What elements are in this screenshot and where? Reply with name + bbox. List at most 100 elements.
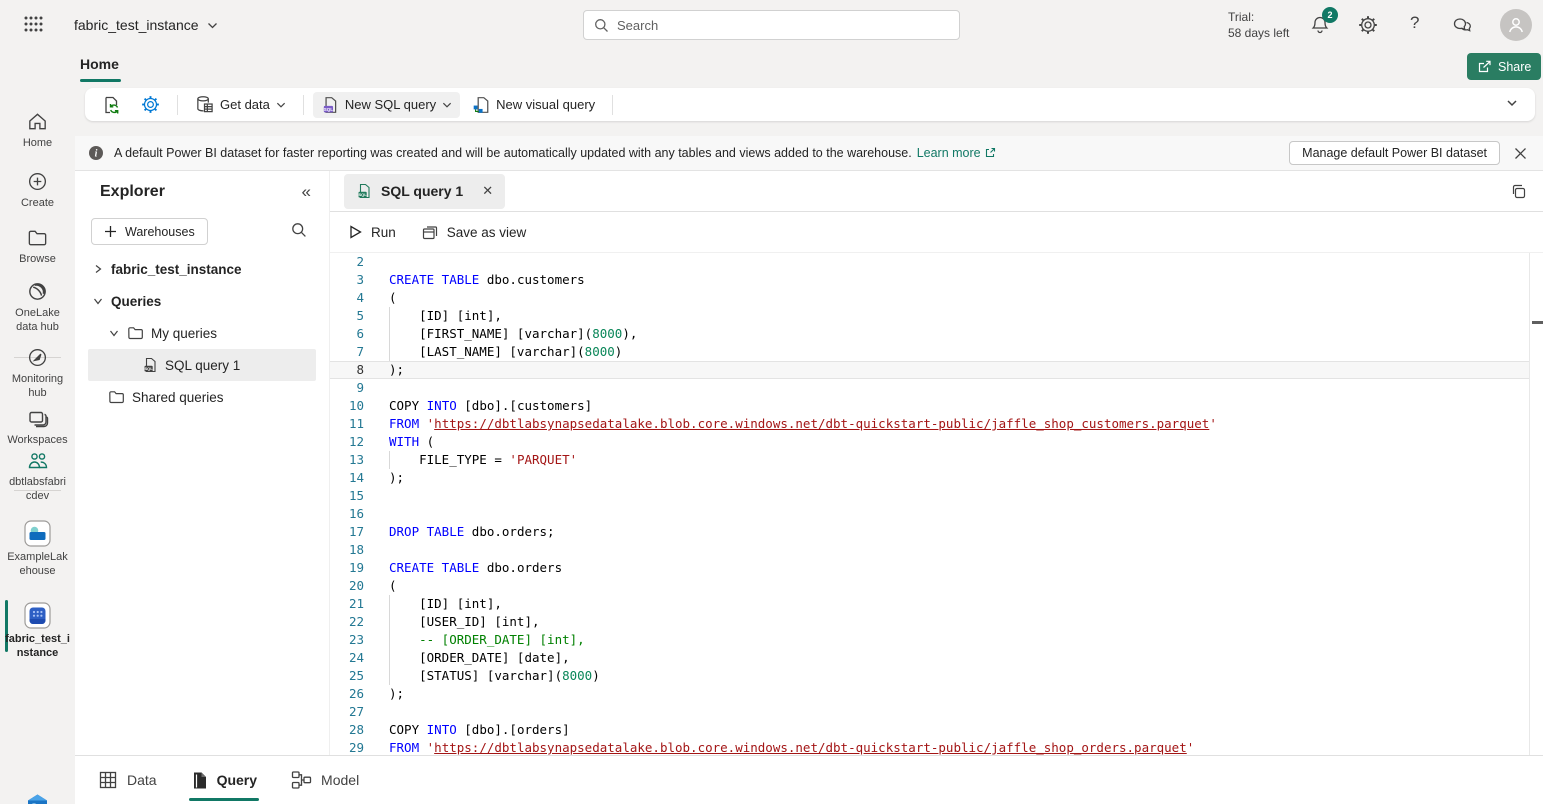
line-number: 2	[330, 253, 364, 271]
code-line-content: );	[389, 469, 404, 487]
code-line[interactable]: 20(	[330, 577, 1529, 595]
nav-rail-item-monitoring-hub[interactable]: Monitoringhub	[0, 346, 75, 400]
sql-code-area[interactable]: 23CREATE TABLE dbo.customers4(5 [ID] [in…	[330, 253, 1543, 757]
workspace-switcher[interactable]: fabric_test_instance	[74, 0, 218, 50]
lakehouse-icon	[0, 520, 75, 547]
code-line[interactable]: 11FROM 'https://dbtlabsynapsedatalake.bl…	[330, 415, 1529, 433]
nav-rail-label: OneLake	[0, 306, 75, 320]
ribbon-tab-home[interactable]: Home	[80, 56, 119, 72]
tree-item-my-queries[interactable]: My queries	[88, 317, 316, 349]
tab-sql-query-1[interactable]: SQL SQL query 1 ✕	[344, 174, 505, 209]
warehouse-icon	[0, 602, 75, 629]
code-line[interactable]: 24 [ORDER_DATE] [date],	[330, 649, 1529, 667]
code-line[interactable]: 19CREATE TABLE dbo.orders	[330, 559, 1529, 577]
tree-item-queries[interactable]: Queries	[88, 285, 316, 317]
global-search[interactable]	[583, 10, 960, 40]
nav-rail-item-workspaces[interactable]: Workspaces	[0, 408, 75, 447]
banner-message: A default Power BI dataset for faster re…	[114, 146, 912, 160]
tree-item-sql-query-1[interactable]: SQLSQL query 1	[88, 349, 316, 381]
tree-item-fabric-test-instance[interactable]: fabric_test_instance	[88, 253, 316, 285]
nav-rail-item-examplelakehouse[interactable]: ExampleLakehouse	[0, 520, 75, 578]
code-line[interactable]: 7 [LAST_NAME] [varchar](8000)	[330, 343, 1529, 361]
code-line[interactable]: 4(	[330, 289, 1529, 307]
query-settings-button[interactable]	[133, 91, 168, 118]
copy-icon[interactable]	[1510, 183, 1527, 200]
explorer-search-icon[interactable]	[291, 222, 307, 238]
run-button[interactable]: Run	[349, 225, 396, 240]
save-as-view-button[interactable]: Save as view	[422, 225, 527, 240]
code-line[interactable]: 25 [STATUS] [varchar](8000)	[330, 667, 1529, 685]
share-button[interactable]: Share	[1467, 53, 1541, 80]
save-view-icon	[422, 225, 438, 240]
nav-rail-item-data-warehouse[interactable]: DataWarehouse	[0, 792, 75, 804]
view-tab-data[interactable]: Data	[96, 756, 159, 804]
nav-rail-item-onelake-data-hub[interactable]: OneLakedata hub	[0, 280, 75, 334]
app-launcher-icon[interactable]	[22, 14, 44, 34]
user-avatar[interactable]	[1500, 9, 1532, 41]
code-line[interactable]: 15	[330, 487, 1529, 505]
editor-overview-ruler[interactable]	[1529, 253, 1530, 755]
view-tab-query[interactable]: Query	[189, 756, 259, 804]
code-line[interactable]: 6 [FIRST_NAME] [varchar](8000),	[330, 325, 1529, 343]
svg-text:i: i	[95, 149, 98, 160]
code-line[interactable]: 13 FILE_TYPE = 'PARQUET'	[330, 451, 1529, 469]
info-icon: i	[88, 145, 104, 161]
code-line[interactable]: 16	[330, 505, 1529, 523]
collapse-ribbon-chevron[interactable]	[1505, 96, 1519, 110]
search-input[interactable]	[617, 18, 949, 33]
view-tab-model[interactable]: Model	[289, 756, 361, 804]
add-warehouses-button[interactable]: Warehouses	[91, 218, 208, 245]
learn-more-link[interactable]: Learn more	[917, 146, 996, 160]
code-line[interactable]: 18	[330, 541, 1529, 559]
tab-close-icon[interactable]: ✕	[482, 183, 493, 199]
tree-item-label: My queries	[151, 326, 217, 341]
code-line[interactable]: 5 [ID] [int],	[330, 307, 1529, 325]
code-line[interactable]: 26);	[330, 685, 1529, 703]
nav-rail-item-fabric-test-instance[interactable]: fabric_test_instance	[0, 602, 75, 660]
code-line-content: WITH (	[389, 433, 434, 451]
chevron-down-icon[interactable]	[92, 296, 104, 306]
help-icon[interactable]: ?	[1410, 13, 1419, 33]
code-line[interactable]: 21 [ID] [int],	[330, 595, 1529, 613]
manage-default-dataset-button[interactable]: Manage default Power BI dataset	[1289, 141, 1500, 165]
nav-rail-item-browse[interactable]: Browse	[0, 226, 75, 266]
play-icon	[349, 225, 362, 239]
chevron-down-icon[interactable]	[108, 328, 120, 338]
new-visual-query-button[interactable]: New visual query	[464, 92, 603, 118]
nav-rail-item-home[interactable]: Home	[0, 110, 75, 150]
ribbon: Home Share	[0, 50, 1543, 136]
sql-document-green-icon: SQL	[356, 183, 372, 199]
code-line[interactable]: 14);	[330, 469, 1529, 487]
code-line[interactable]: 27	[330, 703, 1529, 721]
new-query-refresh-button[interactable]	[93, 91, 129, 119]
code-line[interactable]: 9	[330, 379, 1529, 397]
new-sql-query-button[interactable]: SQL New SQL query	[313, 92, 460, 118]
nav-rail-item-dbtlabsfabricdev[interactable]: dbtlabsfabricdev	[0, 450, 75, 503]
tree-item-shared-queries[interactable]: Shared queries	[88, 381, 316, 413]
nav-rail-label: hub	[0, 386, 75, 400]
code-line[interactable]: 2	[330, 253, 1529, 271]
nav-rail-item-create[interactable]: Create	[0, 170, 75, 210]
line-number: 28	[330, 721, 364, 739]
document-refresh-icon	[101, 95, 121, 115]
workspaces-icon	[0, 408, 75, 430]
code-line[interactable]: 28COPY INTO [dbo].[orders]	[330, 721, 1529, 739]
code-line[interactable]: 23 -- [ORDER_DATE] [int],	[330, 631, 1529, 649]
code-line[interactable]: 17DROP TABLE dbo.orders;	[330, 523, 1529, 541]
top-bar: fabric_test_instance Trial: 58 days left…	[0, 0, 1543, 50]
chevron-right-icon[interactable]	[92, 264, 104, 274]
code-line[interactable]: 8);	[330, 361, 1529, 379]
code-line[interactable]: 3CREATE TABLE dbo.customers	[330, 271, 1529, 289]
querydoc-icon	[191, 771, 208, 790]
code-line[interactable]: 12WITH (	[330, 433, 1529, 451]
settings-gear-icon[interactable]	[1358, 15, 1378, 35]
get-data-button[interactable]: Get data	[187, 91, 294, 118]
collapse-explorer-icon[interactable]: «	[302, 182, 311, 202]
code-line[interactable]: 22 [USER_ID] [int],	[330, 613, 1529, 631]
line-number: 18	[330, 541, 364, 559]
line-number: 5	[330, 307, 364, 325]
banner-close-icon[interactable]	[1514, 147, 1527, 160]
query-editor-panel: SQL SQL query 1 ✕ Run Save as view 23CRE…	[330, 171, 1543, 755]
code-line[interactable]: 10COPY INTO [dbo].[customers]	[330, 397, 1529, 415]
feedback-icon[interactable]	[1452, 15, 1472, 35]
